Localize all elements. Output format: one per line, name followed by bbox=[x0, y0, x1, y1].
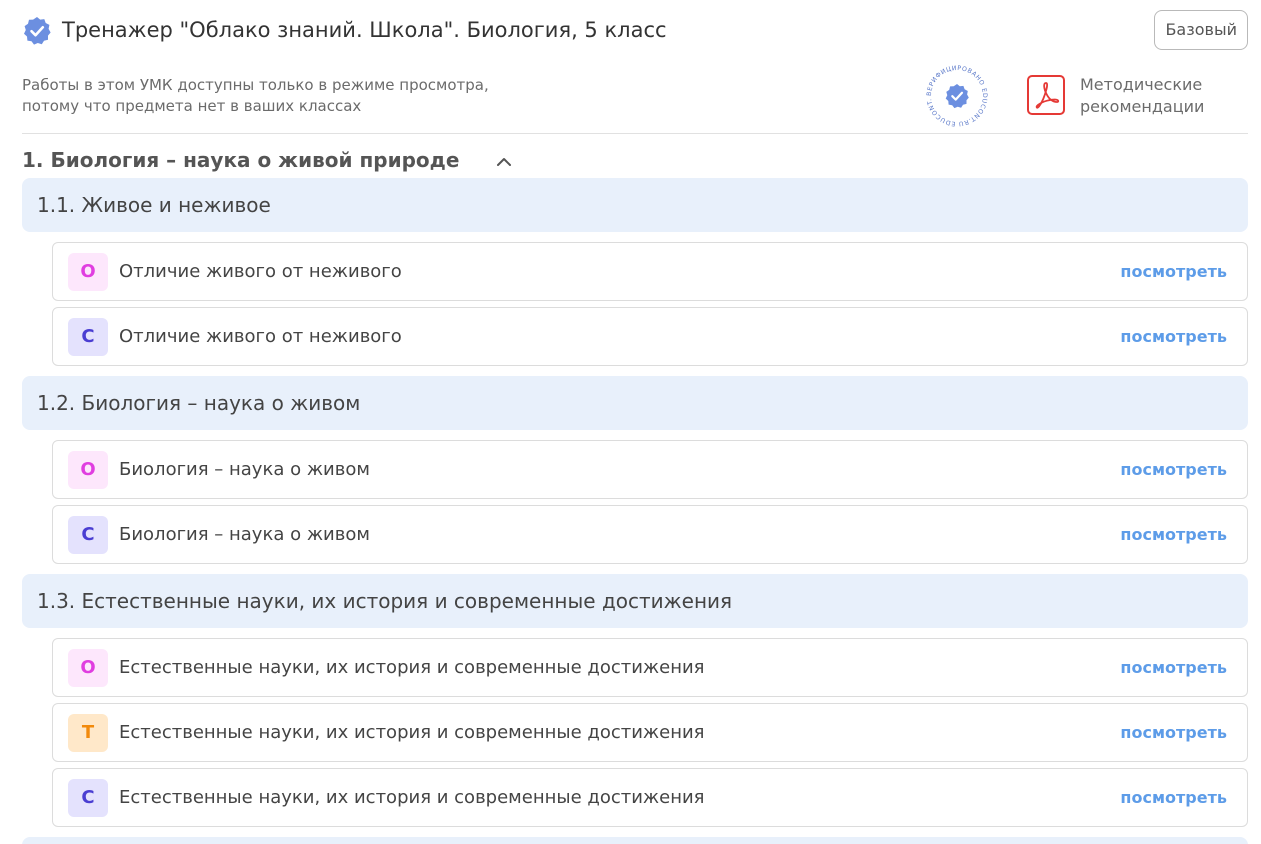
task-row: С Естественные науки, их история и совре… bbox=[52, 768, 1248, 827]
notice-line-2: потому что предмета нет в ваших классах bbox=[22, 97, 362, 115]
pdf-icon[interactable] bbox=[1027, 75, 1065, 115]
view-link[interactable]: посмотреть bbox=[1120, 704, 1227, 761]
topic-list: 1.1. Живое и неживое О Отличие живого от… bbox=[22, 178, 1248, 844]
guidelines-line-1: Методические bbox=[1080, 75, 1203, 94]
verified-stamp-icon: ВЕРИФИЦИРОВАНО EDUCONT.RU EDUCONT.RU bbox=[923, 62, 987, 127]
chevron-up-icon[interactable] bbox=[494, 152, 514, 172]
page-title: Тренажер "Облако знаний. Школа". Биологи… bbox=[62, 18, 667, 42]
view-link[interactable]: посмотреть bbox=[1120, 243, 1227, 300]
task-row: С Биология – наука о живом посмотреть bbox=[52, 505, 1248, 564]
view-link[interactable]: посмотреть bbox=[1120, 639, 1227, 696]
task-row: Т Естественные науки, их история и совре… bbox=[52, 703, 1248, 762]
view-only-notice: Работы в этом УМК доступны только в режи… bbox=[22, 75, 622, 117]
divider bbox=[22, 133, 1248, 134]
task-type-badge: С bbox=[68, 318, 108, 356]
task-type-badge: О bbox=[68, 253, 108, 291]
notice-line-1: Работы в этом УМК доступны только в режи… bbox=[22, 76, 489, 94]
topic-header[interactable]: 1.2. Биология – наука о живом bbox=[22, 376, 1248, 430]
task-title: Естественные науки, их история и совреме… bbox=[119, 787, 705, 808]
task-type-badge: С bbox=[68, 779, 108, 817]
task-title: Биология – наука о живом bbox=[119, 459, 370, 480]
header: Тренажер "Облако знаний. Школа". Биологи… bbox=[22, 10, 1248, 50]
task-title: Отличие живого от неживого bbox=[119, 261, 402, 282]
task-row: О Биология – наука о живом посмотреть bbox=[52, 440, 1248, 499]
task-title: Естественные науки, их история и совреме… bbox=[119, 722, 705, 743]
topic-header[interactable]: 1.1. Живое и неживое bbox=[22, 178, 1248, 232]
guidelines-line-2: рекомендации bbox=[1080, 97, 1205, 116]
topic-header-partial bbox=[22, 837, 1248, 844]
tier-button[interactable]: Базовый bbox=[1154, 10, 1248, 50]
task-type-badge: О bbox=[68, 649, 108, 687]
verified-badge-icon bbox=[24, 17, 51, 45]
task-title: Естественные науки, их история и совреме… bbox=[119, 657, 705, 678]
task-row: О Отличие живого от неживого посмотреть bbox=[52, 242, 1248, 301]
task-title: Отличие живого от неживого bbox=[119, 326, 402, 347]
task-row: С Отличие живого от неживого посмотреть bbox=[52, 307, 1248, 366]
task-title: Биология – наука о живом bbox=[119, 524, 370, 545]
topic-header[interactable]: 1.3. Естественные науки, их история и со… bbox=[22, 574, 1248, 628]
view-link[interactable]: посмотреть bbox=[1120, 308, 1227, 365]
section-title: 1. Биология – наука о живой природе bbox=[22, 148, 460, 172]
view-link[interactable]: посмотреть bbox=[1120, 441, 1227, 498]
view-link[interactable]: посмотреть bbox=[1120, 769, 1227, 826]
view-link[interactable]: посмотреть bbox=[1120, 506, 1227, 563]
task-row: О Естественные науки, их история и совре… bbox=[52, 638, 1248, 697]
task-type-badge: О bbox=[68, 451, 108, 489]
task-type-badge: С bbox=[68, 516, 108, 554]
guidelines-link[interactable]: Методические рекомендации bbox=[1080, 74, 1250, 118]
task-type-badge: Т bbox=[68, 714, 108, 752]
